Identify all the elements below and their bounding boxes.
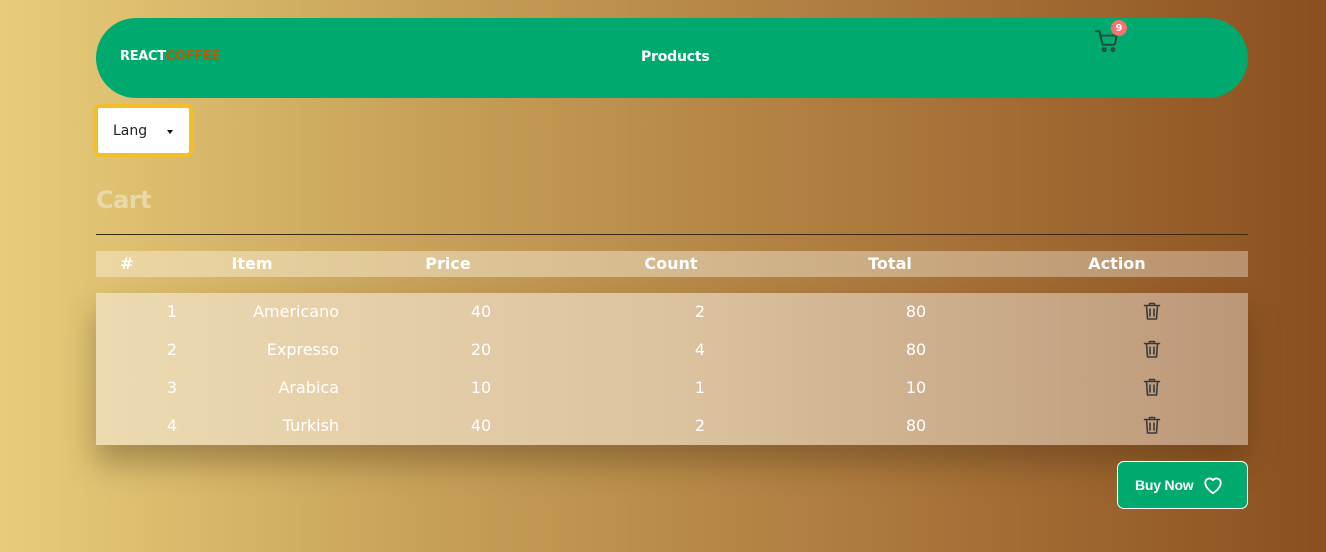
trash-icon [1143,416,1161,434]
brand-text-coffee: COFFEE [165,49,221,64]
row-item: Arabica [278,378,339,397]
delete-button[interactable] [1143,377,1161,397]
trash-icon [1143,340,1161,358]
row-count: 2 [694,302,706,321]
table-row: 2 Expresso 20 4 80 [96,331,1248,369]
row-item: Expresso [266,340,339,359]
buy-now-label: Buy Now [1135,477,1194,493]
cart-count-badge: 9 [1111,20,1127,36]
table-row: 3 Arabica 10 1 10 [96,369,1248,407]
header-count: Count [644,254,698,273]
nav-link-products[interactable]: Products [641,49,710,65]
row-count: 1 [694,378,706,397]
caret-down-icon [167,130,173,134]
buy-now-button[interactable]: Buy Now [1117,461,1248,509]
navbar: REACT COFFEE Products [96,18,1248,98]
row-count: 2 [694,416,706,435]
header-item: Item [231,254,273,273]
header-price: Price [425,254,471,273]
delete-button[interactable] [1143,415,1161,435]
brand-logo[interactable]: REACT COFFEE [120,49,221,64]
header-total: Total [868,254,912,273]
row-total: 80 [905,416,927,435]
row-count: 4 [694,340,706,359]
row-item: Turkish [282,416,339,435]
row-total: 80 [905,340,927,359]
row-number: 3 [166,378,178,397]
table-header: # Item Price Count Total Action [96,251,1248,277]
heart-icon [1203,477,1222,495]
row-number: 2 [166,340,178,359]
table-body: 1 Americano 40 2 80 2 Expresso 20 4 80 3… [96,293,1248,445]
brand-text-react: REACT [120,49,166,64]
row-total: 80 [905,302,927,321]
row-number: 1 [166,302,178,321]
delete-button[interactable] [1143,339,1161,359]
table-row: 1 Americano 40 2 80 [96,293,1248,331]
trash-icon [1143,378,1161,396]
table-row: 4 Turkish 40 2 80 [96,407,1248,445]
row-price: 40 [470,416,492,435]
header-action: Action [1088,254,1146,273]
row-price: 40 [470,302,492,321]
header-number: # [120,254,134,273]
row-total: 10 [905,378,927,397]
trash-icon [1143,302,1161,320]
row-price: 10 [470,378,492,397]
row-number: 4 [166,416,178,435]
page-title: Cart [96,186,152,214]
divider [96,234,1248,235]
row-item: Americano [253,302,339,321]
delete-button[interactable] [1143,301,1161,321]
language-select[interactable]: Lang [94,104,193,157]
language-select-label: Lang [113,122,148,139]
row-price: 20 [470,340,492,359]
